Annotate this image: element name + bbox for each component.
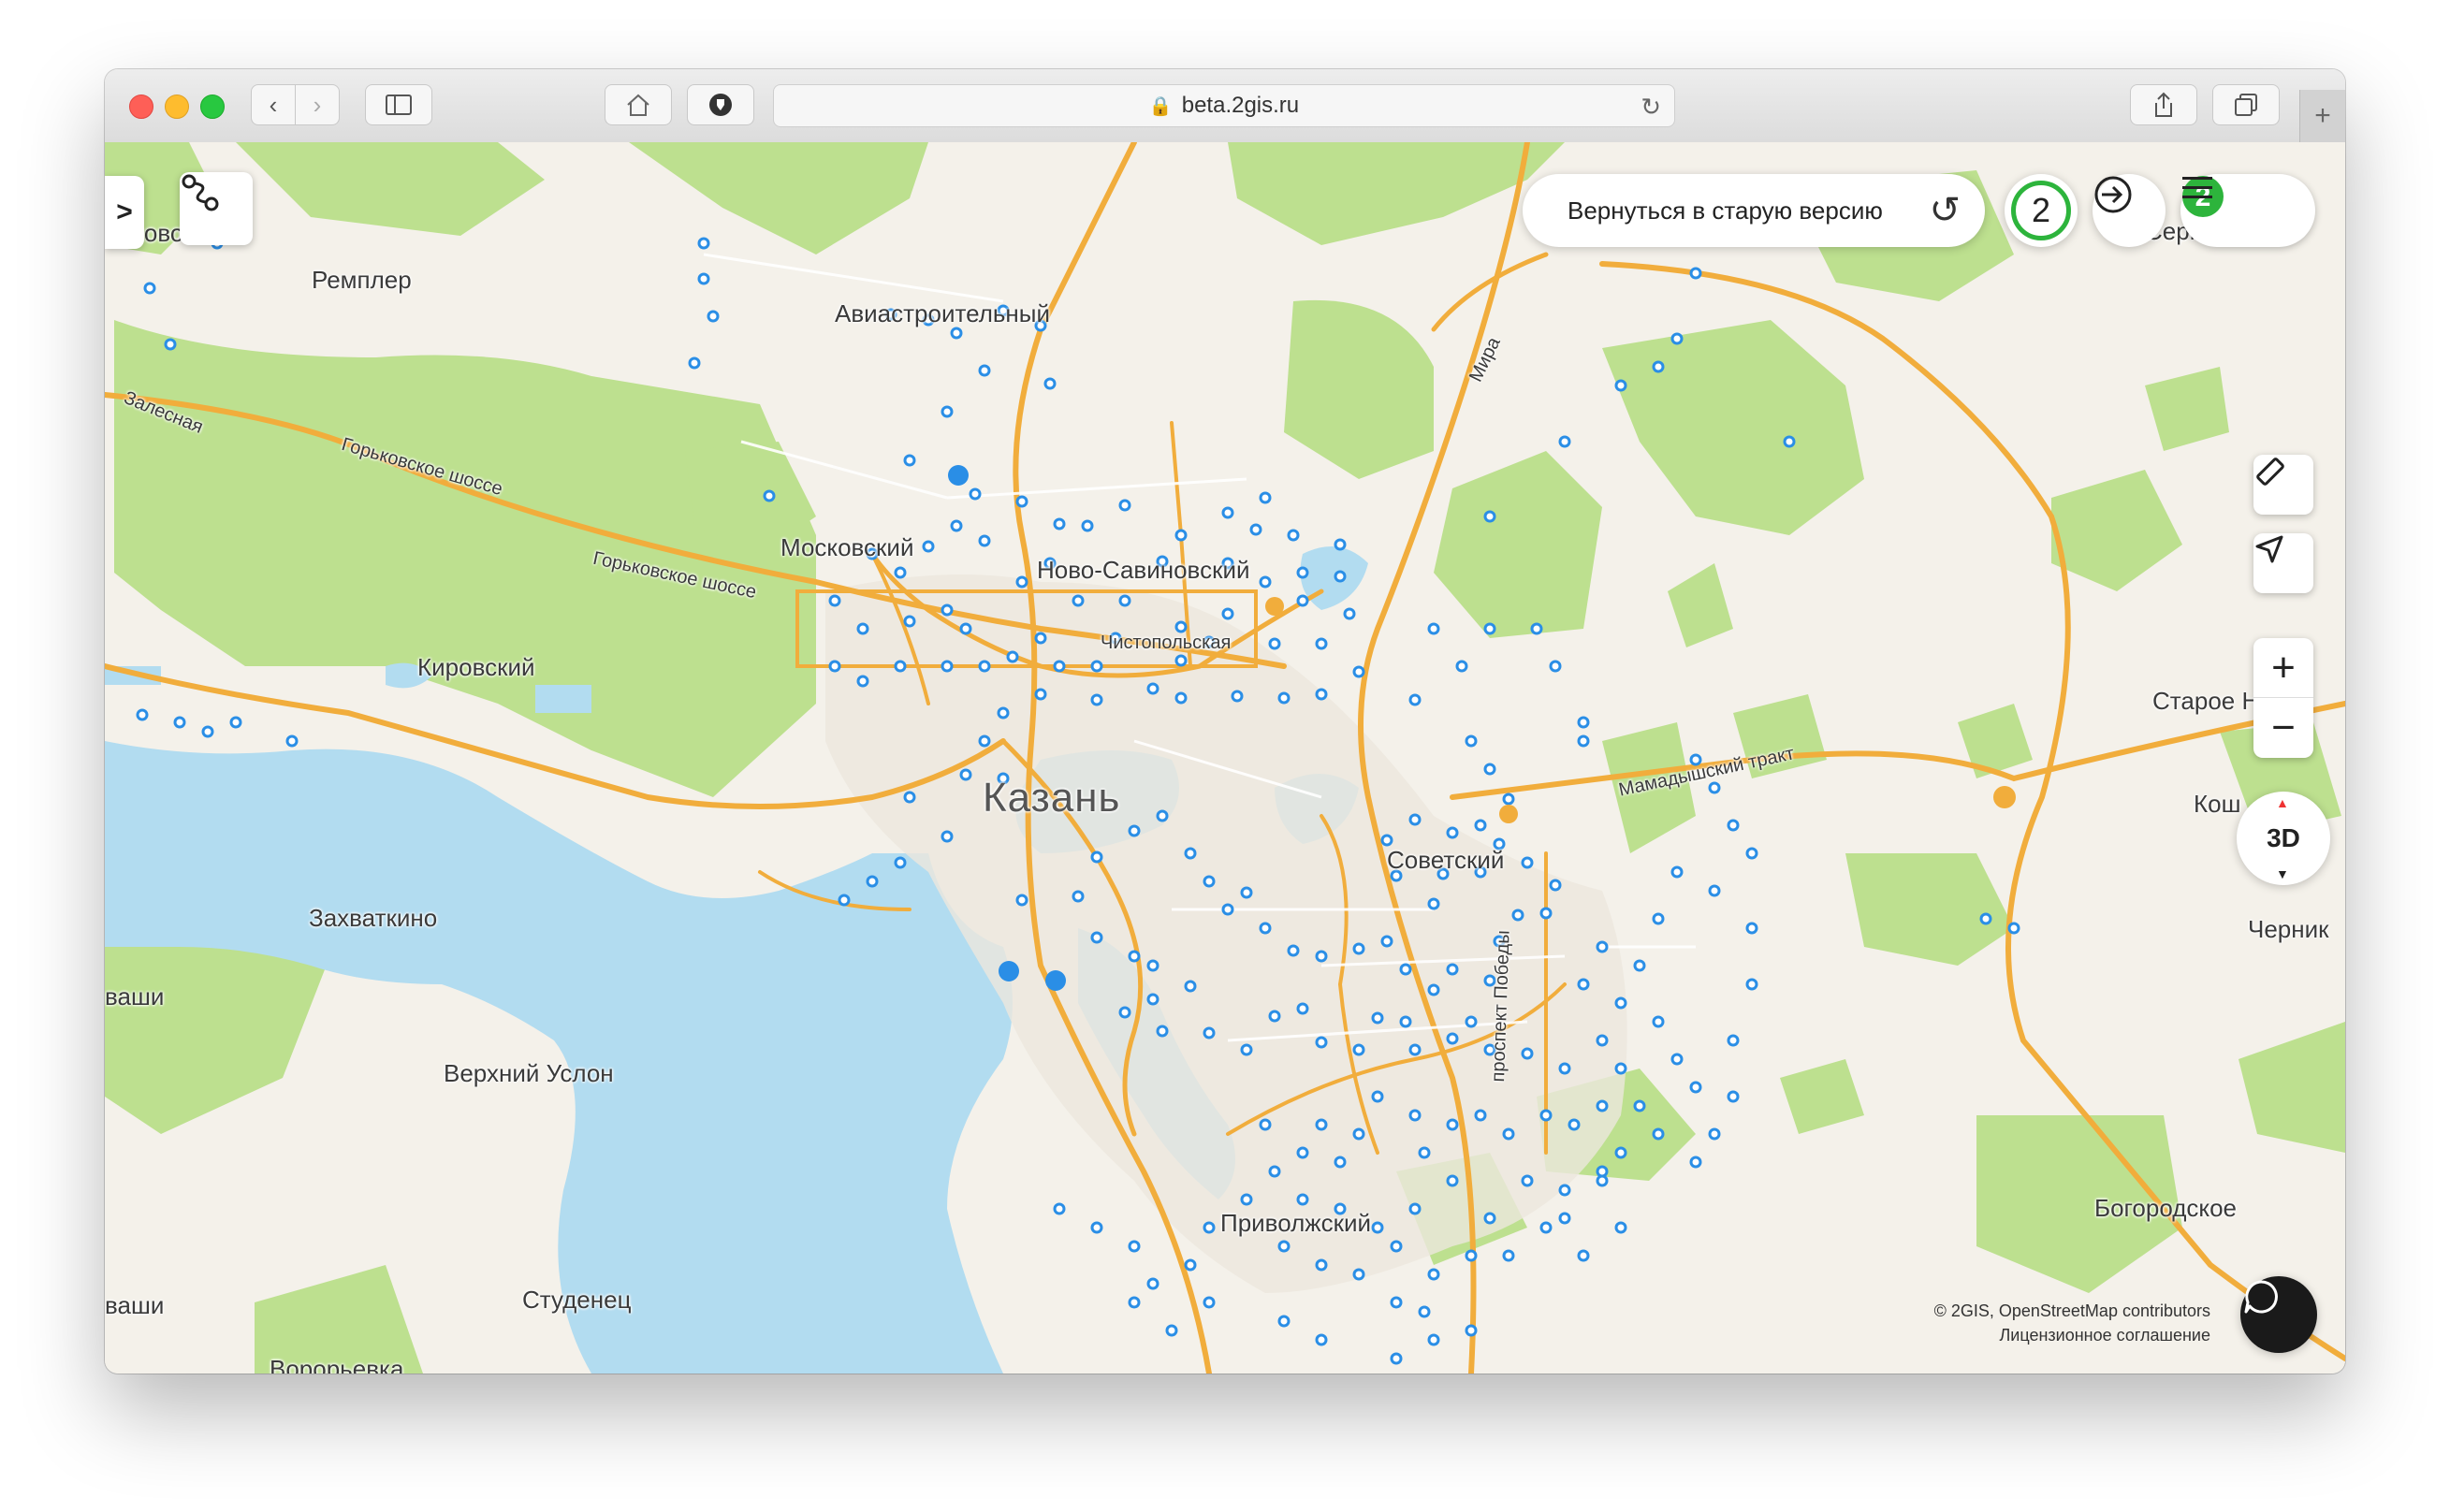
route-button[interactable] bbox=[180, 172, 253, 245]
minimize-window-button[interactable] bbox=[165, 94, 189, 119]
chevron-right-icon: › bbox=[313, 90, 322, 119]
shield-icon bbox=[709, 94, 732, 116]
location-arrow-icon bbox=[2255, 535, 2283, 563]
place-label: Верхний Услон bbox=[444, 1059, 614, 1087]
reload-icon[interactable]: ↻ bbox=[1641, 93, 1661, 122]
menu-button[interactable]: 2 bbox=[2180, 174, 2315, 247]
place-label: Ремплер bbox=[312, 266, 412, 294]
place-label: Студенец bbox=[522, 1286, 632, 1314]
notifications-count: 2 bbox=[2011, 181, 2071, 240]
forward-button[interactable]: › bbox=[295, 84, 340, 125]
place-label: Богородское bbox=[2094, 1194, 2238, 1222]
route-icon bbox=[182, 174, 219, 211]
address-bar[interactable]: 🔒 beta.2gis.ru ↻ bbox=[773, 84, 1675, 127]
place-label: Черник bbox=[2248, 915, 2329, 943]
login-button[interactable] bbox=[2093, 174, 2166, 247]
3d-label: 3D bbox=[2267, 823, 2300, 852]
lock-icon: 🔒 bbox=[1148, 95, 1173, 117]
place-label: Московский bbox=[780, 533, 914, 561]
hamburger-menu-icon bbox=[2182, 177, 2212, 198]
url-text: beta.2gis.ru bbox=[1181, 93, 1300, 118]
south-arrow-icon: ▼ bbox=[2276, 866, 2289, 881]
expand-panel-button[interactable]: > bbox=[105, 176, 144, 249]
zoom-control: + − bbox=[2253, 638, 2313, 758]
sidebar-toggle-button[interactable] bbox=[365, 84, 432, 125]
chat-bubble-icon bbox=[2244, 1280, 2278, 1314]
map-attribution: © 2GIS, OpenStreetMap contributors Лицен… bbox=[1934, 1299, 2210, 1347]
browser-window: ‹ › 🔒 beta.2gis.ru ↻ + Ремплер Авиастрои… bbox=[105, 69, 2345, 1374]
zoom-window-button[interactable] bbox=[200, 94, 225, 119]
tabs-icon bbox=[2235, 94, 2257, 116]
place-label: Кировский bbox=[417, 653, 535, 681]
browser-toolbar: ‹ › 🔒 beta.2gis.ru ↻ + bbox=[105, 69, 2345, 143]
home-icon bbox=[627, 94, 649, 116]
back-button[interactable]: ‹ bbox=[251, 84, 296, 125]
new-tab-button[interactable]: + bbox=[2299, 90, 2345, 142]
login-icon bbox=[2094, 176, 2132, 213]
place-label: Приволжский bbox=[1220, 1209, 1372, 1237]
place-label: Старое Н bbox=[2152, 687, 2260, 715]
sidebar-icon bbox=[386, 94, 412, 115]
place-label: Ново-Савиновский bbox=[1037, 556, 1250, 584]
map-graphic bbox=[105, 142, 2345, 1374]
zoom-out-button[interactable]: − bbox=[2253, 698, 2313, 758]
place-label: Кош bbox=[2194, 790, 2241, 818]
place-label: Авиастроительный bbox=[835, 299, 1050, 327]
back-to-old-version-button[interactable]: Вернуться в старую версию ↺ bbox=[1523, 174, 1985, 247]
north-arrow-icon: ▲ bbox=[2276, 795, 2289, 810]
privacy-shield-button[interactable] bbox=[687, 84, 754, 125]
place-label: Чистопольская bbox=[1101, 632, 1232, 653]
back-to-old-version-label: Вернуться в старую версию bbox=[1568, 196, 1883, 225]
ruler-button[interactable] bbox=[2253, 455, 2313, 515]
attribution-text: © 2GIS, OpenStreetMap contributors bbox=[1933, 1301, 2210, 1320]
close-window-button[interactable] bbox=[129, 94, 153, 119]
share-button[interactable] bbox=[2130, 84, 2197, 125]
place-label: ваши bbox=[105, 1291, 165, 1319]
share-icon bbox=[2155, 92, 2172, 117]
compass-3d-button[interactable]: ▲ 3D ▼ bbox=[2237, 792, 2330, 885]
chat-button[interactable] bbox=[2240, 1276, 2317, 1353]
chevron-left-icon: ‹ bbox=[269, 90, 278, 119]
place-label: Захваткино bbox=[309, 904, 438, 932]
undo-icon: ↺ bbox=[1929, 190, 1961, 231]
city-label: Казань bbox=[983, 775, 1121, 821]
place-label: Советский bbox=[1387, 846, 1505, 874]
ruler-icon bbox=[2256, 458, 2284, 486]
home-button[interactable] bbox=[605, 84, 672, 125]
map-canvas[interactable]: Ремплер Авиастроительный Московский Ново… bbox=[105, 142, 2345, 1374]
place-label: ваши bbox=[105, 982, 165, 1010]
zoom-in-button[interactable]: + bbox=[2253, 638, 2313, 698]
notifications-button[interactable]: 2 bbox=[2005, 174, 2078, 247]
place-label: Ворорьевка bbox=[270, 1355, 404, 1374]
tabs-overview-button[interactable] bbox=[2212, 84, 2280, 125]
my-location-button[interactable] bbox=[2253, 533, 2313, 593]
license-link[interactable]: Лицензионное соглашение bbox=[1934, 1323, 2210, 1347]
